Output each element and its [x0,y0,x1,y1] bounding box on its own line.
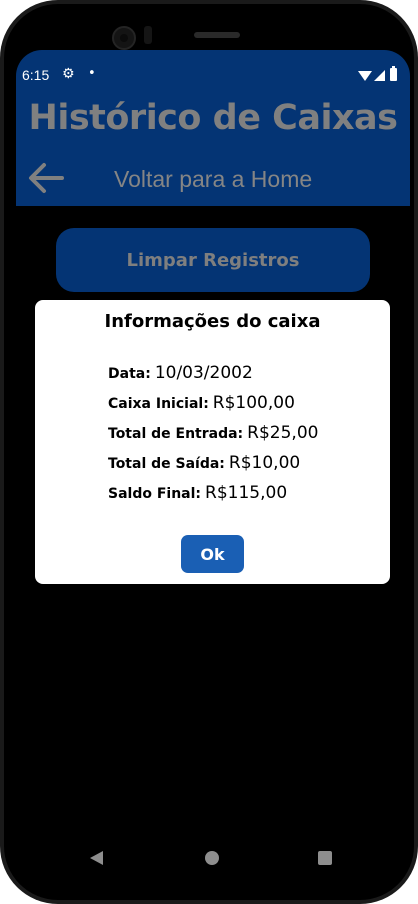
status-time: 6:15 [22,67,50,83]
info-value: R$25,00 [247,423,319,443]
info-row-date: Data: 10/03/2002 [108,363,253,383]
dialog-title: Informações do caixa [104,311,321,332]
info-value: R$115,00 [205,483,288,503]
status-bar: 6:15 ⚙ • [16,66,410,86]
wifi-icon [358,71,372,81]
info-label: Data: [108,366,151,382]
info-row-initial-cash: Caixa Inicial: R$100,00 [108,393,295,413]
nav-recents-icon[interactable] [318,851,332,865]
ok-button[interactable]: Ok [181,535,244,573]
info-row-total-out: Total de Saída: R$10,00 [108,453,300,473]
gear-icon: ⚙ [62,66,75,82]
signal-icon [374,70,385,81]
system-nav-bar [16,845,410,871]
clear-records-button[interactable]: Limpar Registros [56,228,370,292]
cash-info-dialog: Informações do caixa Data: 10/03/2002 Cai… [35,300,390,584]
app-header: 6:15 ⚙ • Histórico de Caixas Voltar para… [16,50,410,206]
info-row-final-balance: Saldo Final: R$115,00 [108,483,287,503]
info-label: Total de Entrada: [108,426,244,442]
speaker-grille [194,32,240,38]
sensor [144,26,152,44]
back-arrow-icon[interactable] [26,158,66,198]
page-title: Histórico de Caixas [28,98,398,138]
notification-dot-icon: • [88,66,96,81]
info-value: R$10,00 [228,453,301,473]
battery-icon [390,66,397,81]
app-screen: 6:15 ⚙ • Histórico de Caixas Voltar para… [16,50,410,880]
info-label: Caixa Inicial: [108,396,209,412]
info-value: R$100,00 [212,393,295,413]
back-to-home-link[interactable]: Voltar para a Home [114,166,312,193]
phone-frame: 6:15 ⚙ • Histórico de Caixas Voltar para… [0,0,418,904]
info-label: Saldo Final: [108,486,202,502]
nav-home-icon[interactable] [205,851,219,865]
info-value: 10/03/2002 [154,363,253,383]
info-label: Total de Saída: [108,456,225,472]
info-row-total-in: Total de Entrada: R$25,00 [108,423,318,443]
camera-icon [112,26,136,50]
nav-back-icon[interactable] [90,851,103,865]
